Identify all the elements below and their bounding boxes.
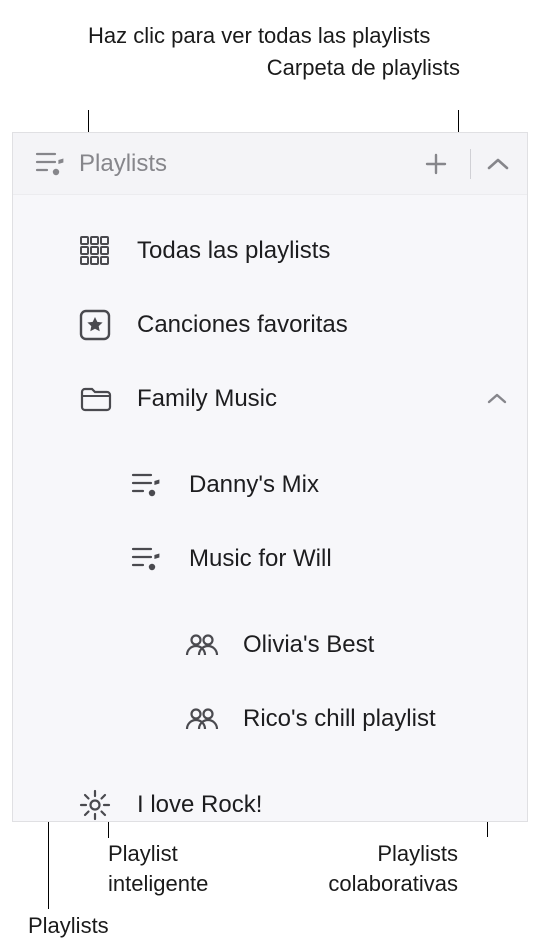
callout-click-all: Haz clic para ver todas las playlists [88, 22, 430, 50]
sidebar-item-label: Music for Will [189, 545, 507, 573]
sidebar-item-danny-mix[interactable]: Danny's Mix [13, 455, 527, 515]
callout-smart-2: inteligente [108, 870, 208, 898]
sidebar-item-music-for-will[interactable]: Music for Will [13, 529, 527, 589]
sidebar-item-folder-family[interactable]: Family Music [13, 369, 527, 429]
sidebar-item-olivias-best[interactable]: Olivia's Best [13, 615, 527, 675]
sidebar-item-smart-rock[interactable]: I love Rock! [13, 775, 527, 835]
grid-icon [79, 235, 137, 267]
group-icon [185, 633, 243, 657]
playlist-icon [35, 151, 71, 177]
group-icon [185, 707, 243, 731]
folder-icon [79, 385, 137, 413]
callout-playlists: Playlists [28, 912, 109, 940]
header-divider [470, 149, 471, 179]
star-square-icon [79, 309, 137, 341]
sidebar-item-label: Danny's Mix [189, 471, 507, 499]
sidebar-item-all-playlists[interactable]: Todas las playlists [13, 221, 527, 281]
playlist-icon [131, 472, 189, 498]
chevron-up-icon[interactable] [487, 393, 507, 405]
sidebar-item-favorites[interactable]: Canciones favoritas [13, 295, 527, 355]
callout-smart-1: Playlist [108, 840, 178, 868]
gear-icon [79, 789, 137, 821]
playlist-icon [131, 546, 189, 572]
sidebar-item-label: Olivia's Best [243, 631, 507, 659]
callout-collab-2: colaborativas [328, 870, 458, 898]
sidebar-item-label: I love Rock! [137, 791, 507, 819]
sidebar-item-label: Family Music [137, 385, 487, 413]
add-playlist-button[interactable] [424, 152, 448, 176]
sidebar-item-label: Canciones favoritas [137, 311, 507, 339]
sidebar-item-label: Todas las playlists [137, 237, 507, 265]
callout-folder: Carpeta de playlists [267, 54, 460, 82]
sidebar-item-label: Rico's chill playlist [243, 705, 507, 733]
sidebar-item-ricos-chill[interactable]: Rico's chill playlist [13, 689, 527, 749]
playlists-section-header[interactable]: Playlists [13, 133, 527, 195]
playlists-sidebar: Playlists [12, 132, 528, 822]
chevron-up-icon[interactable] [487, 157, 509, 171]
callout-collab-1: Playlists [377, 840, 458, 868]
playlists-section-title: Playlists [71, 150, 424, 178]
